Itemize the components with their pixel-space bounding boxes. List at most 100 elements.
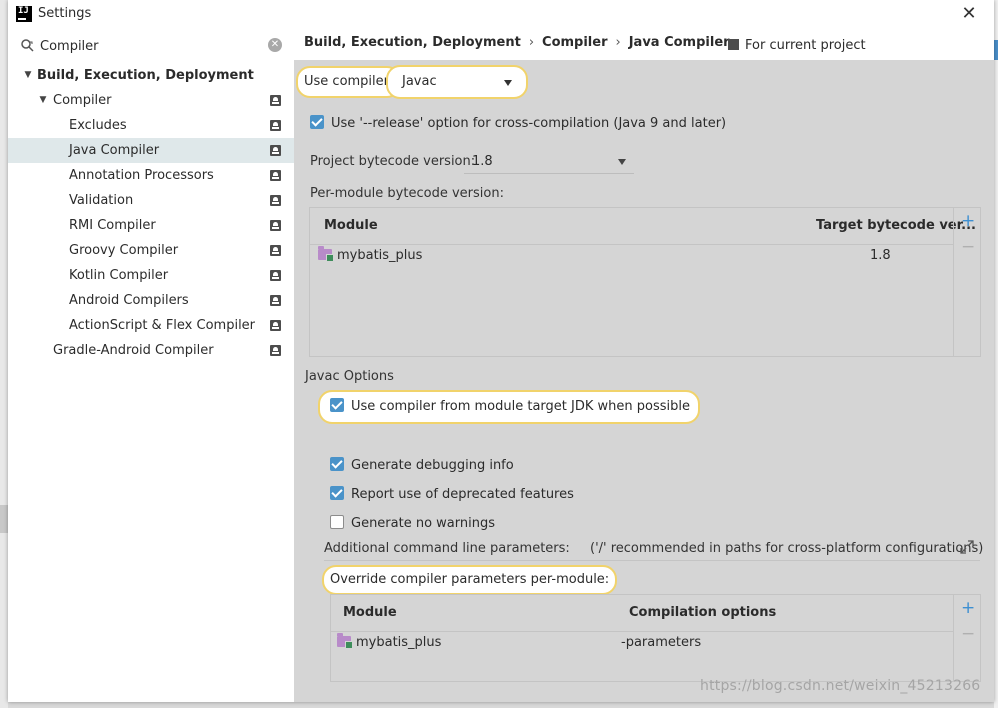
deprecated-checkbox[interactable] <box>330 486 344 500</box>
compilation-options-cell[interactable]: -parameters <box>621 633 701 653</box>
expand-icon[interactable] <box>960 540 974 554</box>
table-row[interactable]: mybatis_plus <box>337 633 441 653</box>
release-option-label: Use '--release' option for cross-compila… <box>331 116 727 131</box>
tree-item-label: Build, Execution, Deployment <box>37 68 254 83</box>
per-module-label: Per-module bytecode version: <box>310 186 504 201</box>
tree-item-excludes[interactable]: Excludes <box>8 113 294 138</box>
tree-item-kotlin-compiler[interactable]: Kotlin Compiler <box>8 263 294 288</box>
module-name: mybatis_plus <box>337 248 423 263</box>
dropdown-arrow-icon <box>504 80 512 86</box>
debug-info-checkbox[interactable] <box>330 457 344 471</box>
add-icon[interactable]: + <box>961 213 975 230</box>
table-row[interactable]: mybatis_plus <box>318 246 422 266</box>
tree-item-label: ActionScript & Flex Compiler <box>69 318 256 333</box>
tree-item-rmi-compiler[interactable]: RMI Compiler <box>8 213 294 238</box>
additional-params-hint: ('/' recommended in paths for cross-plat… <box>590 541 984 556</box>
module-folder-icon <box>318 246 334 262</box>
additional-params-label: Additional command line parameters: <box>324 541 570 556</box>
project-icon <box>728 39 739 50</box>
breadcrumb-item[interactable]: Build, Execution, Deployment <box>304 35 521 50</box>
column-header-compilation-options[interactable]: Compilation options <box>629 595 776 631</box>
clear-search-icon[interactable]: ✕ <box>268 38 282 52</box>
project-icon <box>270 120 281 131</box>
header-divider <box>310 244 953 245</box>
settings-content-panel: Build, Execution, Deployment › Compiler › Ja… <box>294 30 994 702</box>
project-bytecode-dropdown[interactable]: 1.8 <box>464 150 634 174</box>
table-toolbar: + − <box>953 595 981 681</box>
settings-search-input[interactable] <box>40 35 260 57</box>
module-name: mybatis_plus <box>356 635 442 650</box>
search-icon <box>21 39 34 52</box>
javac-option-deprecated-row[interactable]: Report use of deprecated features <box>330 485 574 505</box>
javac-option-target-jdk-row[interactable]: Use compiler from module target JDK when… <box>318 390 700 424</box>
background-window-strip <box>0 505 8 533</box>
background-window-accent <box>994 40 998 60</box>
column-header-module[interactable]: Module <box>343 595 397 631</box>
breadcrumb-separator: › <box>615 35 621 50</box>
tree-item-validation[interactable]: Validation <box>8 188 294 213</box>
javac-option-no-warnings-row[interactable]: Generate no warnings <box>330 514 495 534</box>
target-jdk-label: Use compiler from module target JDK when… <box>351 399 690 414</box>
target-bytecode-cell[interactable]: 1.8 <box>870 246 891 266</box>
project-icon <box>270 345 281 356</box>
tree-item-label: Android Compilers <box>69 293 189 308</box>
tree-item-annotation-processors[interactable]: Annotation Processors <box>8 163 294 188</box>
project-bytecode-label: Project bytecode version: <box>310 154 476 169</box>
breadcrumb-item[interactable]: Compiler <box>542 35 607 50</box>
add-icon[interactable]: + <box>961 600 975 617</box>
project-icon <box>270 245 281 256</box>
target-jdk-checkbox[interactable] <box>330 398 344 412</box>
release-option-checkbox[interactable] <box>310 115 324 129</box>
close-button[interactable]: ✕ <box>958 3 980 25</box>
remove-icon[interactable]: − <box>961 239 975 256</box>
breadcrumb-separator: › <box>528 35 535 50</box>
tree-item-label: Groovy Compiler <box>69 243 179 258</box>
compiler-dropdown-value: Javac <box>402 74 437 89</box>
column-header-target-bytecode[interactable]: Target bytecode ver... <box>816 208 976 244</box>
javac-options-label: Javac Options <box>305 369 394 384</box>
tree-item-build-execution-deployment[interactable]: ▼ Build, Execution, Deployment <box>8 63 294 88</box>
tree-item-label: Kotlin Compiler <box>69 268 169 283</box>
project-icon <box>270 170 281 181</box>
breadcrumb-item: Java Compiler <box>628 35 730 50</box>
scope-indicator: For current project <box>728 38 866 53</box>
tree-item-label: Gradle-Android Compiler <box>53 343 214 358</box>
override-params-table: Module Compilation options mybatis_plus … <box>330 594 981 682</box>
intellij-logo-icon: IJ <box>16 6 32 22</box>
project-icon <box>270 295 281 306</box>
tree-item-actionscript-flex-compiler[interactable]: ActionScript & Flex Compiler <box>8 313 294 338</box>
tree-item-groovy-compiler[interactable]: Groovy Compiler <box>8 238 294 263</box>
project-bytecode-value: 1.8 <box>472 154 493 169</box>
override-params-label: Override compiler parameters per-module: <box>322 565 618 595</box>
chevron-down-icon[interactable]: ▼ <box>22 63 34 88</box>
no-warnings-checkbox[interactable] <box>330 515 344 529</box>
column-header-module[interactable]: Module <box>324 208 378 244</box>
project-icon <box>270 145 281 156</box>
bytecode-module-table: Module Target bytecode ver... mybatis_pl… <box>309 207 981 357</box>
deprecated-label: Report use of deprecated features <box>351 487 574 502</box>
tree-item-java-compiler[interactable]: Java Compiler <box>8 138 294 163</box>
chevron-down-icon[interactable]: ▼ <box>37 88 49 113</box>
header-divider <box>331 631 953 632</box>
dropdown-arrow-icon <box>618 159 626 165</box>
tree-item-label: Java Compiler <box>69 143 160 158</box>
tree-item-label: Annotation Processors <box>69 168 214 183</box>
background-window-edge <box>0 0 8 708</box>
project-icon <box>270 320 281 331</box>
tree-item-label: Compiler <box>53 93 112 108</box>
params-field-line[interactable] <box>324 560 980 561</box>
window-title: Settings <box>38 6 92 21</box>
no-warnings-label: Generate no warnings <box>351 516 496 531</box>
settings-dialog: IJ Settings ✕ ✕ ▼ Build, Execution, Depl… <box>8 0 994 702</box>
tree-item-compiler[interactable]: ▼ Compiler <box>8 88 294 113</box>
tree-item-gradle-android-compiler[interactable]: Gradle-Android Compiler <box>8 338 294 363</box>
compiler-dropdown[interactable]: Javac <box>386 65 528 99</box>
remove-icon[interactable]: − <box>961 626 975 643</box>
debug-info-label: Generate debugging info <box>351 458 514 473</box>
project-icon <box>270 270 281 281</box>
javac-option-debug-info-row[interactable]: Generate debugging info <box>330 456 514 476</box>
scope-label: For current project <box>745 38 866 53</box>
tree-item-android-compilers[interactable]: Android Compilers <box>8 288 294 313</box>
background-window-edge-right <box>994 0 998 708</box>
release-option-row[interactable]: Use '--release' option for cross-compila… <box>310 114 726 134</box>
